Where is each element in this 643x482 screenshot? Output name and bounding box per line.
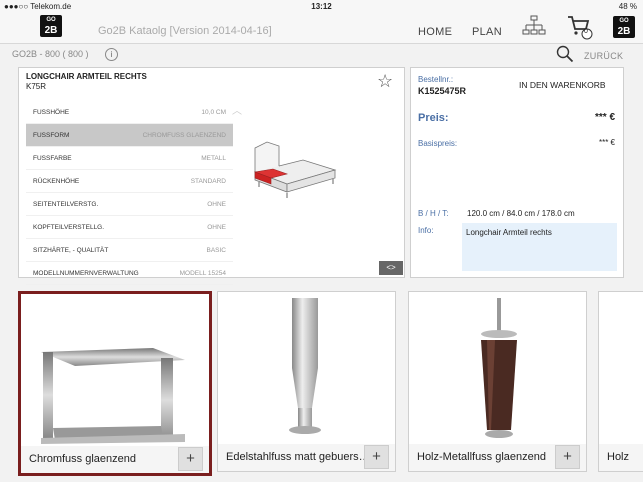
property-row[interactable]: SITZHÄRTE, - QUALITÄT BASIC (26, 239, 233, 262)
price-label: Preis: (418, 112, 449, 124)
add-option-button[interactable]: + (364, 445, 389, 469)
card-caption: Holz (599, 444, 643, 471)
cart-count: 0 (584, 28, 588, 35)
go2b-logo: GO 2B (40, 15, 62, 37)
add-option-button[interactable]: + (178, 447, 203, 471)
card-caption: Edelstahlfuss matt gebuers… + (218, 444, 395, 471)
property-row[interactable]: SEITENTEILVERSTG. OHNE (26, 193, 233, 216)
order-number: K1525475R (418, 86, 467, 96)
battery-label: 48 % (618, 2, 637, 11)
product-card-holz[interactable]: Holz (598, 291, 643, 472)
base-price-value: *** € (598, 138, 615, 147)
longchair-illustration (247, 138, 343, 213)
cart-icon[interactable]: 0 (567, 14, 593, 45)
card-label: Holz-Metallfuss glaenzend (417, 451, 547, 463)
favorite-star-icon[interactable]: ☆ (377, 71, 393, 92)
card-label: Chromfuss glaenzend (29, 453, 137, 465)
order-number-label: Bestellnr.: (418, 75, 454, 84)
product-detail-panel: LONGCHAIR ARMTEIL RECHTS K75R ☆ FUSSHÖHE… (18, 67, 405, 285)
go2b-logo-right[interactable]: GO 2B (613, 16, 635, 38)
property-row[interactable]: KOPFTEILVERSTELLG. OHNE (26, 216, 233, 239)
product-card-chromfuss[interactable]: Chromfuss glaenzend + (18, 291, 212, 476)
wood-metal-foot-image (469, 298, 529, 448)
product-code: K75R (26, 82, 47, 91)
product-card-edelstahlfuss[interactable]: Edelstahlfuss matt gebuers… + (217, 291, 396, 472)
swap-view-button[interactable]: <> (379, 261, 403, 275)
property-row[interactable]: FUSSHÖHE 10,0 CM (26, 101, 233, 124)
info-box: Longchair Armteil rechts (462, 223, 617, 271)
steel-foot-image (286, 298, 326, 443)
property-row-selected[interactable]: FUSSFORM CHROMFUSS GLAENZEND (26, 124, 233, 147)
base-price-label: Basispreis: (418, 139, 458, 148)
dimensions-value: 120.0 cm / 84.0 cm / 178.0 cm (467, 209, 575, 218)
clock: 13:12 (311, 2, 332, 11)
chrome-foot-image (35, 346, 195, 451)
add-to-cart-button[interactable]: IN DEN WARENKORB (519, 80, 606, 90)
info-label: Info: (418, 226, 434, 235)
add-option-button[interactable]: + (555, 445, 580, 469)
product-card-holz-metallfuss[interactable]: Holz-Metallfuss glaenzend + (408, 291, 587, 472)
search-icon[interactable] (556, 45, 574, 68)
card-label: Holz (607, 451, 630, 463)
back-button[interactable]: ZURÜCK (584, 51, 623, 61)
property-row[interactable]: RÜCKENHÖHE STANDARD (26, 170, 233, 193)
app-title: Go2B Kataolg [Version 2014-04-16] (98, 25, 272, 37)
nav-plan[interactable]: PLAN (472, 26, 502, 38)
info-text: Longchair Armteil rechts (466, 228, 552, 237)
hierarchy-icon[interactable] (522, 15, 546, 42)
order-panel: Bestellnr.: K1525475R IN DEN WARENKORB P… (410, 67, 624, 278)
product-title: LONGCHAIR ARMTEIL RECHTS (26, 72, 147, 81)
card-caption: Holz-Metallfuss glaenzend + (409, 444, 586, 471)
card-caption: Chromfuss glaenzend + (21, 446, 209, 473)
info-icon[interactable]: i (105, 48, 118, 61)
property-list: FUSSHÖHE 10,0 CM FUSSFORM CHROMFUSS GLAENZ… (26, 101, 233, 285)
dimensions-label: B / H / T: (418, 209, 449, 218)
property-row[interactable]: MODELLNUMMERNVERWALTUNG MODELL 15254 (26, 262, 233, 285)
app-header: GO 2B Go2B Kataolg [Version 2014-04-16] … (0, 13, 643, 44)
nav-home[interactable]: HOME (418, 26, 452, 38)
price-value: *** € (594, 112, 615, 123)
catalog-breadcrumb: GO2B - 800 ( 800 ) (12, 49, 89, 59)
status-bar: ●●●○○ Telekom.de 13:12 48 % (0, 0, 643, 13)
card-label: Edelstahlfuss matt gebuers… (226, 451, 370, 463)
property-row[interactable]: FUSSFARBE METALL (26, 147, 233, 170)
scroll-up-chevron-icon[interactable]: ︿ (232, 102, 242, 117)
